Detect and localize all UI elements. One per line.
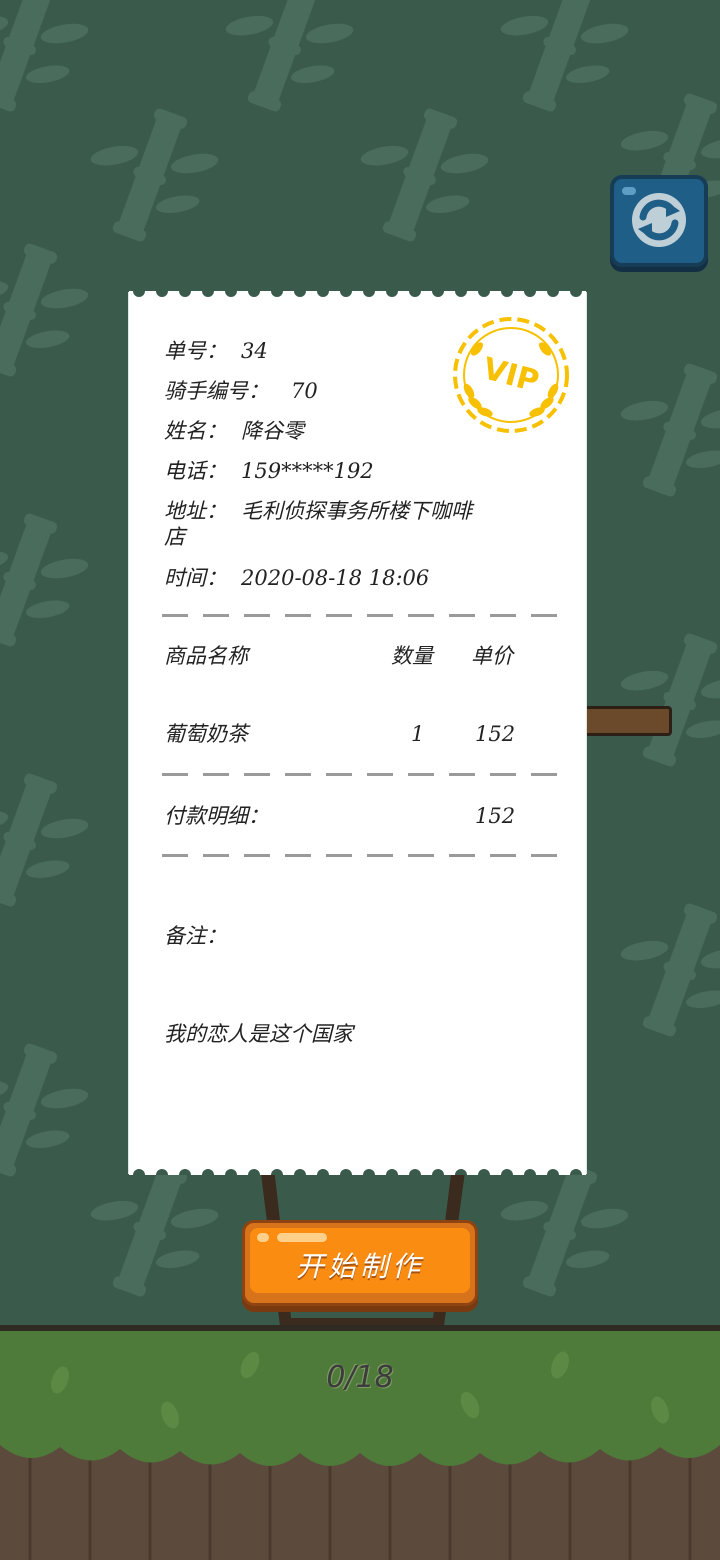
button-highlight — [277, 1233, 327, 1242]
divider — [162, 773, 559, 776]
phone-number: 159*****192 — [241, 459, 374, 483]
receipt-top-edge — [129, 291, 586, 303]
start-making-label: 开始制作 — [295, 1250, 424, 1283]
receipt-bottom-edge — [129, 1163, 586, 1175]
refresh-button[interactable] — [610, 175, 708, 267]
item-price: 152 — [475, 722, 516, 746]
start-making-button[interactable]: 开始制作 — [242, 1220, 478, 1306]
rider-number-label: 骑手编号： — [164, 379, 269, 403]
item-name: 葡萄奶茶 — [164, 722, 248, 746]
customer-name: 降谷零 — [241, 419, 304, 443]
order-receipt: 单号： 34 骑手编号： 70 姓名： 降谷零 电话： 159*****192 … — [129, 291, 586, 1175]
address-label: 地址： — [164, 499, 227, 523]
vip-stamp: VIP — [453, 317, 569, 433]
item-quantity: 1 — [411, 722, 425, 746]
address-line-1: 毛利侦探事务所楼下咖啡 — [241, 499, 472, 523]
button-highlight — [257, 1233, 269, 1242]
order-number-label: 单号： — [164, 339, 227, 363]
col-price-header: 单价 — [471, 644, 513, 668]
order-number: 34 — [241, 339, 268, 363]
phone-label: 电话： — [164, 459, 227, 483]
note-label: 备注： — [164, 924, 227, 948]
divider — [162, 854, 559, 857]
col-product-header: 商品名称 — [164, 644, 248, 668]
refresh-icon — [632, 193, 686, 247]
wooden-arm — [578, 706, 672, 736]
address-line-2: 店 — [164, 525, 185, 549]
divider — [162, 614, 559, 617]
payment-label: 付款明细： — [164, 804, 269, 828]
customer-name-label: 姓名： — [164, 419, 227, 443]
payment-total: 152 — [475, 804, 516, 828]
note-text: 我的恋人是这个国家 — [164, 1022, 353, 1046]
order-time: 2020-08-18 18:06 — [241, 566, 430, 590]
time-label: 时间： — [164, 566, 227, 590]
col-quantity-header: 数量 — [391, 644, 433, 668]
rider-number: 70 — [291, 379, 318, 403]
progress-counter: 0/18 — [326, 1360, 394, 1395]
vip-text: VIP — [479, 351, 543, 399]
